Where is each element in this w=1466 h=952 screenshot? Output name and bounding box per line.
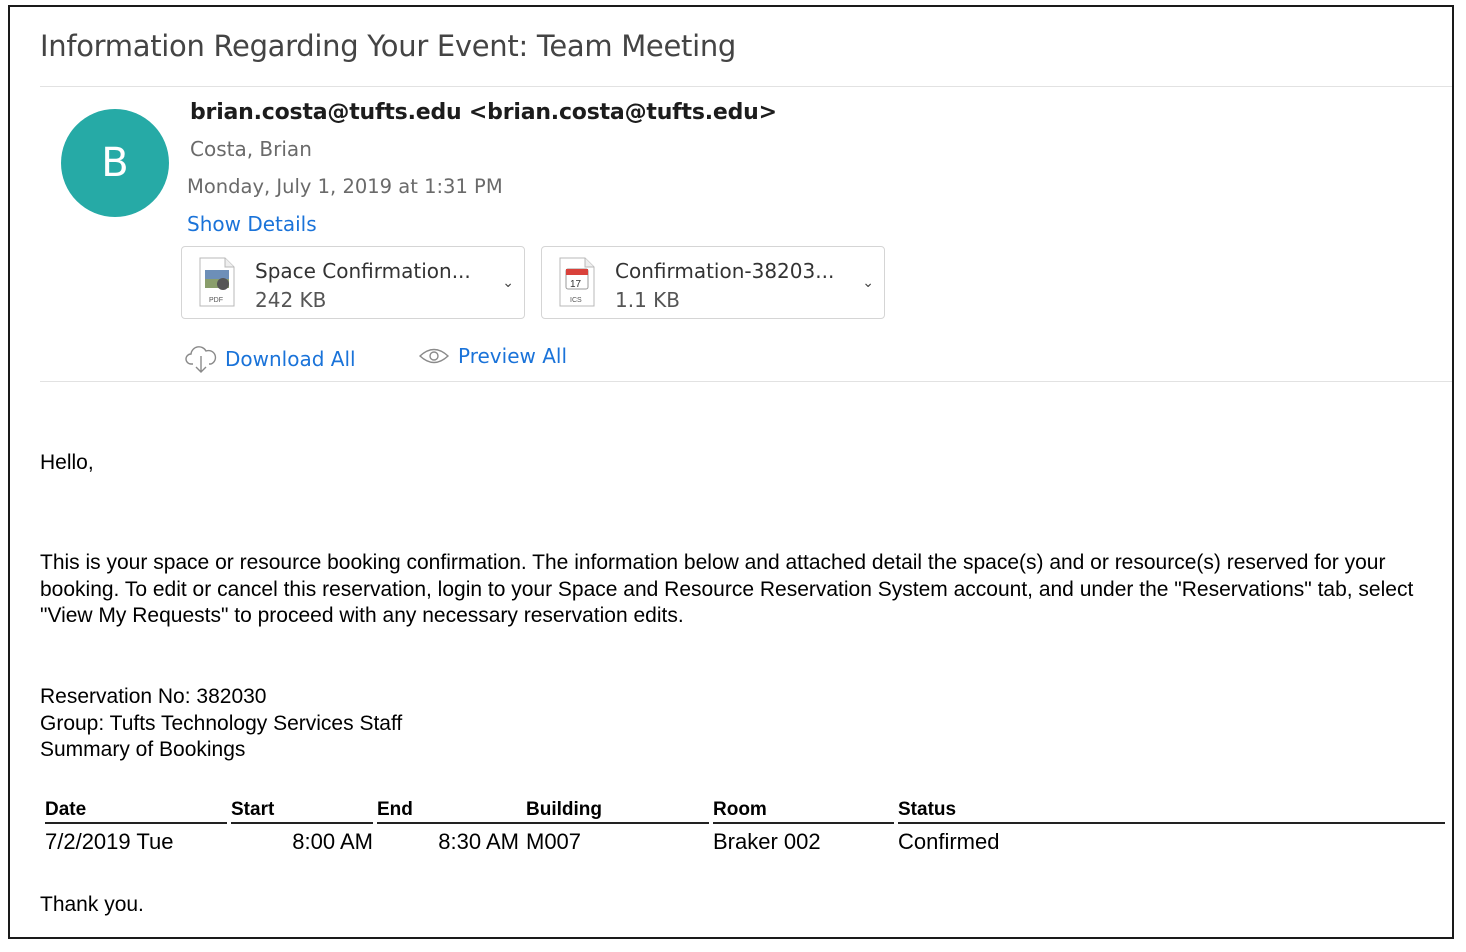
- attachment-name: Confirmation-38203...: [615, 259, 835, 283]
- download-all-label: Download All: [225, 347, 356, 371]
- attachment-size: 242 KB: [255, 288, 327, 312]
- header-divider: [40, 86, 1452, 87]
- email-window: Information Regarding Your Event: Team M…: [8, 5, 1454, 939]
- col-building: Building: [519, 797, 709, 824]
- body-divider: [40, 381, 1452, 382]
- attachment-size: 1.1 KB: [615, 288, 680, 312]
- recipient-name[interactable]: Costa, Brian: [190, 137, 312, 161]
- pdf-file-icon: PDF: [199, 257, 235, 307]
- col-date: Date: [45, 797, 227, 824]
- cloud-download-icon: [185, 346, 217, 373]
- col-room: Room: [713, 797, 894, 824]
- cell-start: 8:00 AM: [292, 829, 373, 854]
- avatar-initial: B: [101, 140, 129, 186]
- col-status: Status: [898, 797, 1445, 824]
- sender-address[interactable]: brian.costa@tufts.edu <brian.costa@tufts…: [190, 100, 777, 125]
- closing: Thank you.: [40, 893, 144, 916]
- table-row: 7/2/2019 Tue 8:00 AM 8:30 AM M007 Braker…: [45, 824, 1445, 860]
- cell-end: 8:30 AM: [438, 829, 519, 854]
- email-date: Monday, July 1, 2019 at 1:31 PM: [187, 175, 503, 198]
- eye-icon: [418, 348, 450, 364]
- ics-type-label: ICS: [570, 297, 582, 304]
- cell-status: Confirmed: [898, 829, 1000, 854]
- chevron-down-icon[interactable]: ⌄: [862, 274, 874, 291]
- chevron-down-icon[interactable]: ⌄: [502, 274, 514, 291]
- reservation-number: Reservation No: 382030: [40, 685, 267, 708]
- email-subject: Information Regarding Your Event: Team M…: [40, 29, 737, 63]
- reservation-group: Group: Tufts Technology Services Staff: [40, 711, 403, 735]
- attachment-ics[interactable]: 17 ICS Confirmation-38203... 1.1 KB ⌄: [541, 246, 885, 319]
- body-paragraph: This is your space or resource booking c…: [40, 551, 1414, 627]
- bookings-table: Date Start End Building Room Status 7/2/…: [45, 797, 1445, 860]
- cell-room: Braker 002: [713, 829, 821, 854]
- col-end: End: [377, 797, 519, 824]
- pdf-type-label: PDF: [209, 297, 223, 304]
- reservation-info: Reservation No: 382030 Group: Tufts Tech…: [40, 684, 402, 764]
- show-details-link[interactable]: Show Details: [187, 212, 317, 236]
- col-start: Start: [231, 797, 373, 824]
- attachment-pdf[interactable]: PDF Space Confirmation... 242 KB ⌄: [181, 246, 525, 319]
- summary-heading: Summary of Bookings: [40, 738, 246, 761]
- preview-all-label: Preview All: [458, 344, 568, 368]
- preview-all-button[interactable]: Preview All: [418, 344, 567, 368]
- calendar-file-icon: 17 ICS: [559, 257, 595, 307]
- sender-avatar: B: [61, 109, 169, 217]
- greeting: Hello,: [40, 451, 94, 474]
- table-header-row: Date Start End Building Room Status: [45, 797, 1445, 824]
- cell-building: M007: [526, 829, 582, 854]
- calendar-day: 17: [570, 279, 582, 290]
- download-all-button[interactable]: Download All: [185, 344, 356, 374]
- cell-date: 7/2/2019 Tue: [45, 829, 174, 854]
- attachment-name: Space Confirmation...: [255, 259, 471, 283]
